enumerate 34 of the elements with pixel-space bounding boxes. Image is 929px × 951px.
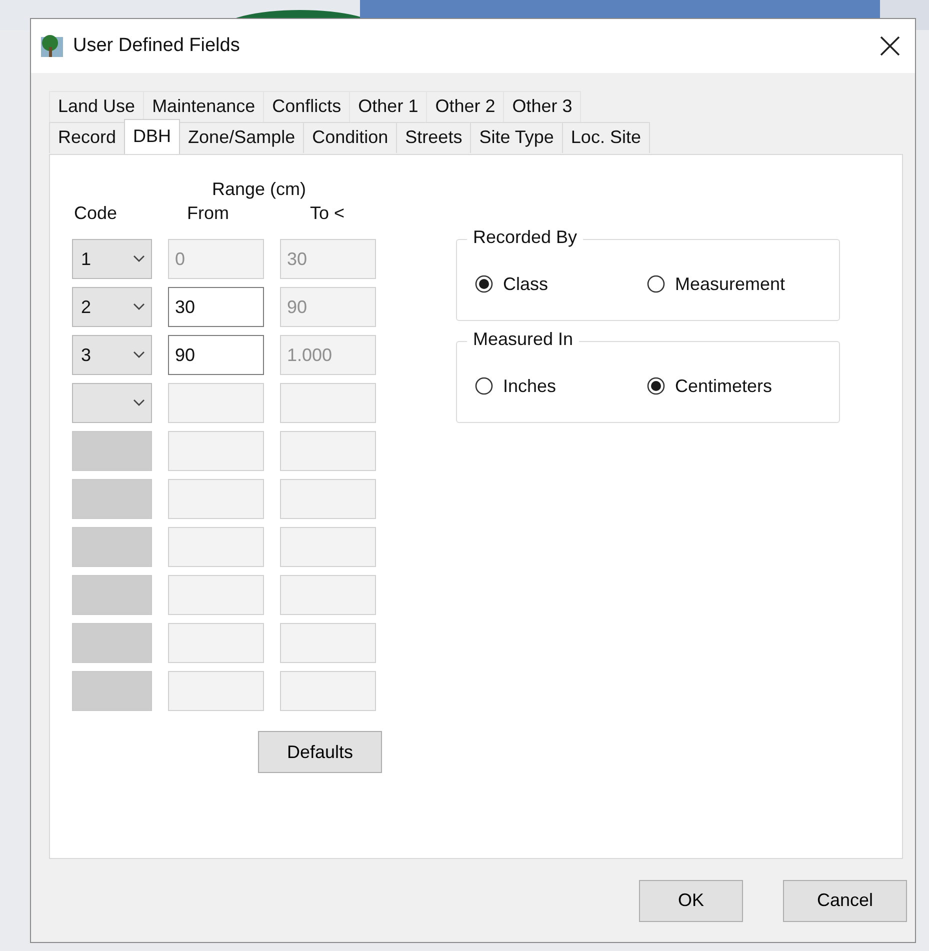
from-field[interactable]: 90 (168, 335, 264, 375)
tree-icon (39, 33, 65, 59)
radio-label[interactable]: Centimeters (675, 376, 772, 396)
tab[interactable]: DBH (124, 119, 180, 154)
code-dropdown[interactable] (72, 383, 152, 423)
range-label: Range (cm) (211, 179, 308, 201)
tab[interactable]: Record (49, 122, 126, 153)
tab[interactable]: Land Use (49, 91, 144, 122)
column-label: To < (309, 203, 346, 225)
radio-button[interactable] (647, 275, 665, 293)
radio-button[interactable] (475, 275, 493, 293)
column-label: From (186, 203, 230, 225)
radio-button[interactable] (647, 377, 665, 395)
defaults-button[interactable]: Defaults (258, 731, 382, 773)
tab[interactable]: Loc. Site (562, 122, 650, 153)
cancel-button[interactable]: Cancel (783, 880, 907, 922)
caret-icon (133, 303, 145, 311)
caret-icon (133, 255, 145, 263)
caret-icon (133, 351, 145, 359)
window-title: User Defined Fields (73, 35, 241, 57)
close-icon[interactable] (879, 35, 901, 57)
ok-button[interactable]: OK (639, 880, 743, 922)
radio-button[interactable] (475, 377, 493, 395)
column-label: Code (73, 203, 118, 225)
radio-label[interactable]: Class (503, 274, 548, 294)
from-field[interactable]: 30 (168, 287, 264, 327)
radio-label[interactable]: Measurement (675, 274, 786, 294)
code-dropdown[interactable]: 2 (72, 287, 152, 327)
group-title: Recorded By (467, 227, 584, 248)
code-dropdown[interactable]: 3 (72, 335, 152, 375)
tab[interactable]: Other 3 (503, 91, 582, 122)
code-dropdown[interactable]: 1 (72, 239, 152, 279)
radio-label[interactable]: Inches (503, 376, 556, 396)
caret-icon (133, 399, 145, 407)
